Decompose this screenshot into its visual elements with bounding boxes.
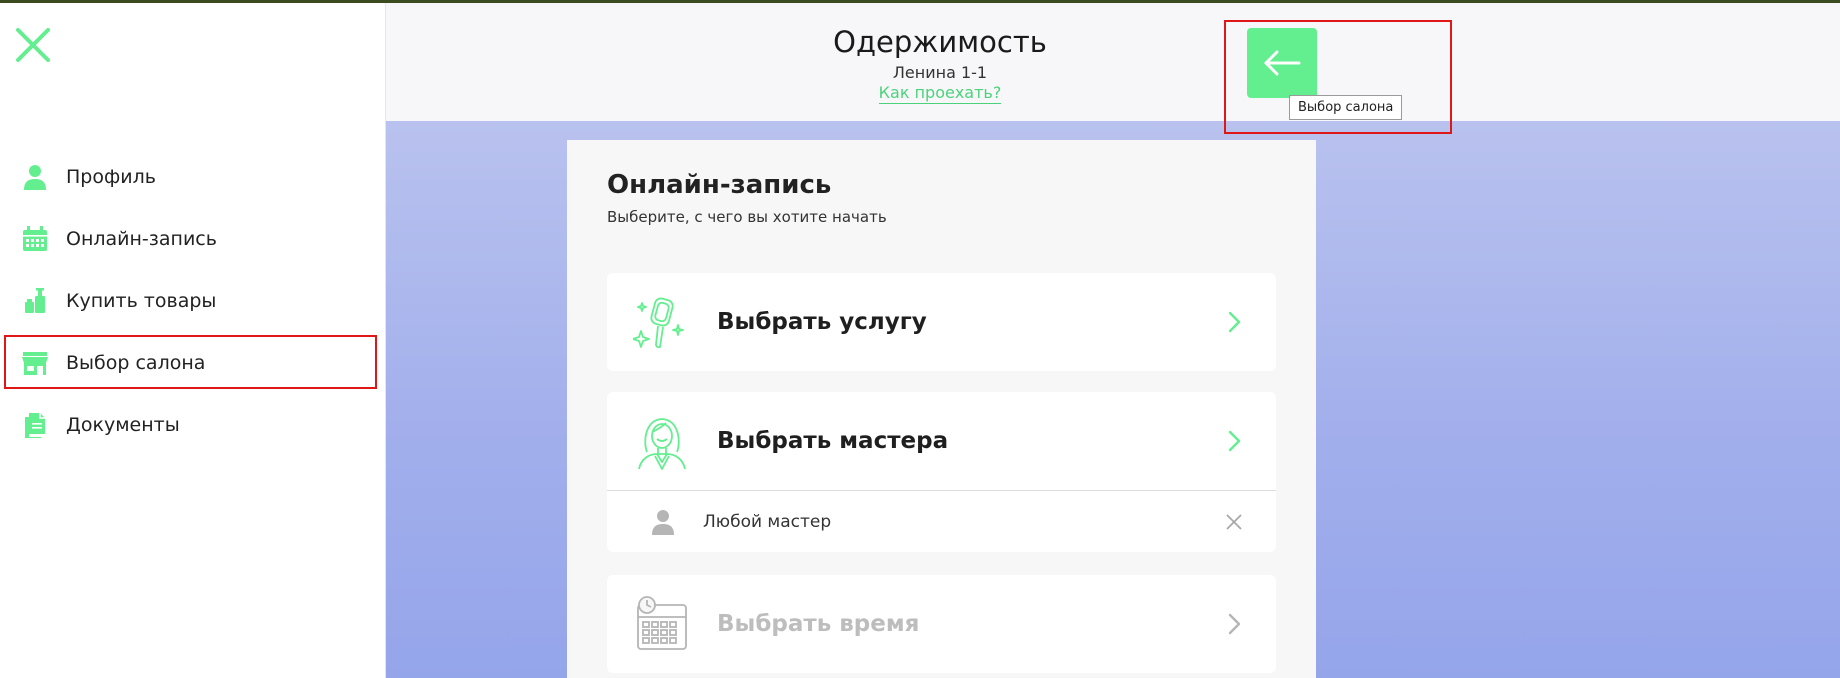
salon-header: Одержимость Ленина 1-1 Как проехать? Выб… xyxy=(385,3,1840,121)
avatar-icon xyxy=(649,508,677,536)
sidebar-item-booking[interactable]: Онлайн-запись xyxy=(0,208,385,270)
close-icon xyxy=(16,28,50,62)
option-select-master: Выбрать мастера Любой мастер xyxy=(607,392,1276,552)
selected-master-row: Любой мастер xyxy=(607,490,1276,552)
hand-mirror-icon xyxy=(633,293,691,351)
store-icon xyxy=(20,348,50,378)
close-icon xyxy=(1226,513,1242,530)
booking-title: Онлайн-запись xyxy=(607,170,832,200)
option-select-service: Выбрать услугу xyxy=(607,273,1276,371)
calendar-time-icon xyxy=(633,595,691,653)
calendar-icon xyxy=(20,224,50,254)
sidebar-item-salon-select[interactable]: Выбор салона xyxy=(0,332,385,394)
master-icon xyxy=(633,412,691,470)
back-to-salon-select-button[interactable] xyxy=(1247,28,1317,98)
sidebar-item-documents[interactable]: Документы xyxy=(0,394,385,456)
sidebar-item-label: Профиль xyxy=(66,166,156,188)
sidebar-item-label: Документы xyxy=(66,414,180,436)
top-strip xyxy=(0,0,1840,3)
user-icon xyxy=(20,162,50,192)
option-label: Выбрать мастера xyxy=(717,428,949,454)
sidebar-item-products[interactable]: Купить товары xyxy=(0,270,385,332)
chevron-right-icon xyxy=(1222,310,1246,334)
option-label: Выбрать услугу xyxy=(717,309,927,335)
back-button-tooltip: Выбор салона xyxy=(1289,95,1403,120)
select-time-button[interactable]: Выбрать время xyxy=(607,575,1276,673)
chevron-right-icon xyxy=(1222,429,1246,453)
sidebar: Профиль Онлайн-запись Купить товары Выбо… xyxy=(0,0,385,678)
sidebar-item-label: Выбор салона xyxy=(66,352,206,374)
directions-link[interactable]: Как проехать? xyxy=(878,83,1002,104)
clear-master-button[interactable] xyxy=(1224,512,1244,532)
close-menu-button[interactable] xyxy=(14,26,52,64)
booking-card: Онлайн-запись Выберите, с чего вы хотите… xyxy=(567,140,1316,678)
booking-subtitle: Выберите, с чего вы хотите начать xyxy=(607,208,887,226)
arrow-left-icon xyxy=(1264,50,1301,76)
chevron-right-icon xyxy=(1222,612,1246,636)
sidebar-item-label: Купить товары xyxy=(66,290,217,312)
select-service-button[interactable]: Выбрать услугу xyxy=(607,273,1276,371)
option-select-time: Выбрать время xyxy=(607,575,1276,673)
selected-master-value: Любой мастер xyxy=(703,511,832,532)
sidebar-item-profile[interactable]: Профиль xyxy=(0,146,385,208)
select-master-button[interactable]: Выбрать мастера xyxy=(607,392,1276,490)
option-label: Выбрать время xyxy=(717,611,920,637)
sidebar-nav: Профиль Онлайн-запись Купить товары Выбо… xyxy=(0,146,385,456)
documents-icon xyxy=(20,410,50,440)
products-icon xyxy=(20,286,50,316)
sidebar-item-label: Онлайн-запись xyxy=(66,228,217,250)
salon-name: Одержимость xyxy=(833,25,1047,59)
salon-address: Ленина 1-1 xyxy=(892,63,988,82)
